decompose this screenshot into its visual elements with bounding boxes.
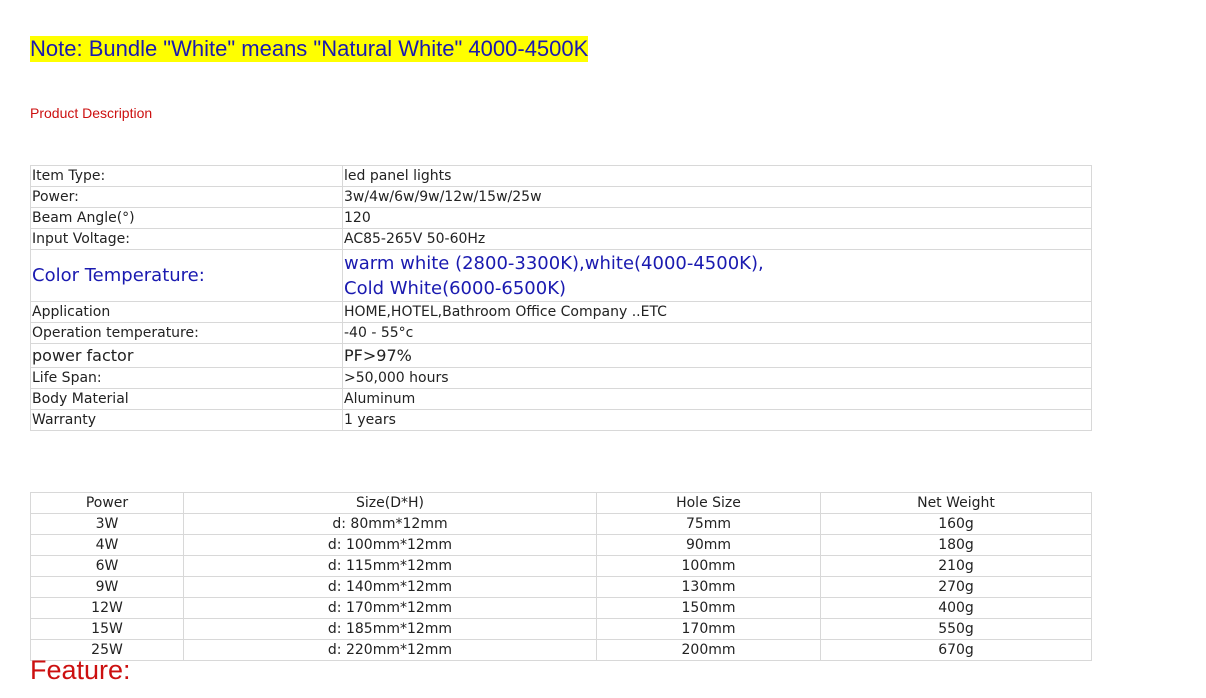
spec-label: power factor xyxy=(30,343,343,368)
spec-label: Life Span: xyxy=(30,367,343,389)
size-table-header-row: Power Size(D*H) Hole Size Net Weight xyxy=(30,492,1092,514)
table-row: 6W d: 115mm*12mm 100mm 210g xyxy=(30,555,1092,577)
spec-value: >50,000 hours xyxy=(342,367,1092,389)
header-hole-size: Hole Size xyxy=(596,492,821,514)
cell-hole-size: 75mm xyxy=(596,513,821,535)
cell-power: 3W xyxy=(30,513,184,535)
spec-value: PF>97% xyxy=(342,343,1092,368)
cell-power: 6W xyxy=(30,555,184,577)
cell-hole-size: 130mm xyxy=(596,576,821,598)
bundle-note: Note: Bundle "White" means "Natural Whit… xyxy=(30,36,589,62)
spec-label: Beam Angle(°) xyxy=(30,207,343,229)
spec-label: Warranty xyxy=(30,409,343,431)
cell-net-weight: 400g xyxy=(820,597,1092,619)
spec-row-life-span: Life Span: >50,000 hours xyxy=(30,367,1092,389)
spec-row-color-temperature: Color Temperature: warm white (2800-3300… xyxy=(30,249,1092,302)
cell-size: d: 140mm*12mm xyxy=(183,576,597,598)
header-power: Power xyxy=(30,492,184,514)
cell-size: d: 100mm*12mm xyxy=(183,534,597,556)
spec-row-body-material: Body Material Aluminum xyxy=(30,388,1092,410)
spec-row-application: Application HOME,HOTEL,Bathroom Office C… xyxy=(30,301,1092,323)
cell-net-weight: 180g xyxy=(820,534,1092,556)
cell-hole-size: 170mm xyxy=(596,618,821,640)
spec-label: Item Type: xyxy=(30,165,343,187)
header-size: Size(D*H) xyxy=(183,492,597,514)
spec-table: Item Type: led panel lights Power: 3w/4w… xyxy=(30,165,1092,431)
spec-row-item-type: Item Type: led panel lights xyxy=(30,165,1092,187)
spec-value: 3w/4w/6w/9w/12w/15w/25w xyxy=(342,186,1092,208)
table-row: 25W d: 220mm*12mm 200mm 670g xyxy=(30,639,1092,661)
cell-hole-size: 150mm xyxy=(596,597,821,619)
cell-hole-size: 200mm xyxy=(596,639,821,661)
cell-net-weight: 160g xyxy=(820,513,1092,535)
spec-label: Input Voltage: xyxy=(30,228,343,250)
cell-net-weight: 210g xyxy=(820,555,1092,577)
feature-heading: Feature: xyxy=(30,655,131,685)
spec-row-beam-angle: Beam Angle(°) 120 xyxy=(30,207,1092,229)
table-row: 12W d: 170mm*12mm 150mm 400g xyxy=(30,597,1092,619)
spec-value: 120 xyxy=(342,207,1092,229)
color-temperature-line-1: warm white (2800-3300K),white(4000-4500K… xyxy=(344,252,764,274)
cell-power: 12W xyxy=(30,597,184,619)
spec-label: Application xyxy=(30,301,343,323)
table-row: 3W d: 80mm*12mm 75mm 160g xyxy=(30,513,1092,535)
cell-net-weight: 550g xyxy=(820,618,1092,640)
cell-net-weight: 670g xyxy=(820,639,1092,661)
spec-row-power: Power: 3w/4w/6w/9w/12w/15w/25w xyxy=(30,186,1092,208)
spec-row-operation-temperature: Operation temperature: -40 - 55°c xyxy=(30,322,1092,344)
spec-value: Aluminum xyxy=(342,388,1092,410)
cell-size: d: 80mm*12mm xyxy=(183,513,597,535)
cell-net-weight: 270g xyxy=(820,576,1092,598)
cell-size: d: 220mm*12mm xyxy=(183,639,597,661)
cell-hole-size: 90mm xyxy=(596,534,821,556)
spec-value: -40 - 55°c xyxy=(342,322,1092,344)
cell-power: 4W xyxy=(30,534,184,556)
cell-hole-size: 100mm xyxy=(596,555,821,577)
table-row: 9W d: 140mm*12mm 130mm 270g xyxy=(30,576,1092,598)
product-description-heading: Product Description xyxy=(30,105,153,121)
spec-value: 1 years xyxy=(342,409,1092,431)
table-row: 15W d: 185mm*12mm 170mm 550g xyxy=(30,618,1092,640)
spec-row-input-voltage: Input Voltage: AC85-265V 50-60Hz xyxy=(30,228,1092,250)
cell-size: d: 185mm*12mm xyxy=(183,618,597,640)
spec-label: Operation temperature: xyxy=(30,322,343,344)
cell-size: d: 170mm*12mm xyxy=(183,597,597,619)
spec-value: AC85-265V 50-60Hz xyxy=(342,228,1092,250)
header-net-weight: Net Weight xyxy=(820,492,1092,514)
spec-row-warranty: Warranty 1 years xyxy=(30,409,1092,431)
cell-size: d: 115mm*12mm xyxy=(183,555,597,577)
table-row: 4W d: 100mm*12mm 90mm 180g xyxy=(30,534,1092,556)
spec-label: Color Temperature: xyxy=(30,249,343,302)
spec-value: led panel lights xyxy=(342,165,1092,187)
spec-value: HOME,HOTEL,Bathroom Office Company ..ETC xyxy=(342,301,1092,323)
color-temperature-line-2: Cold White(6000-6500K) xyxy=(344,277,567,299)
spec-row-power-factor: power factor PF>97% xyxy=(30,343,1092,368)
spec-label: Body Material xyxy=(30,388,343,410)
cell-power: 15W xyxy=(30,618,184,640)
spec-value: warm white (2800-3300K),white(4000-4500K… xyxy=(342,249,1092,302)
cell-power: 9W xyxy=(30,576,184,598)
spec-label: Power: xyxy=(30,186,343,208)
size-table: Power Size(D*H) Hole Size Net Weight 3W … xyxy=(30,492,1092,661)
